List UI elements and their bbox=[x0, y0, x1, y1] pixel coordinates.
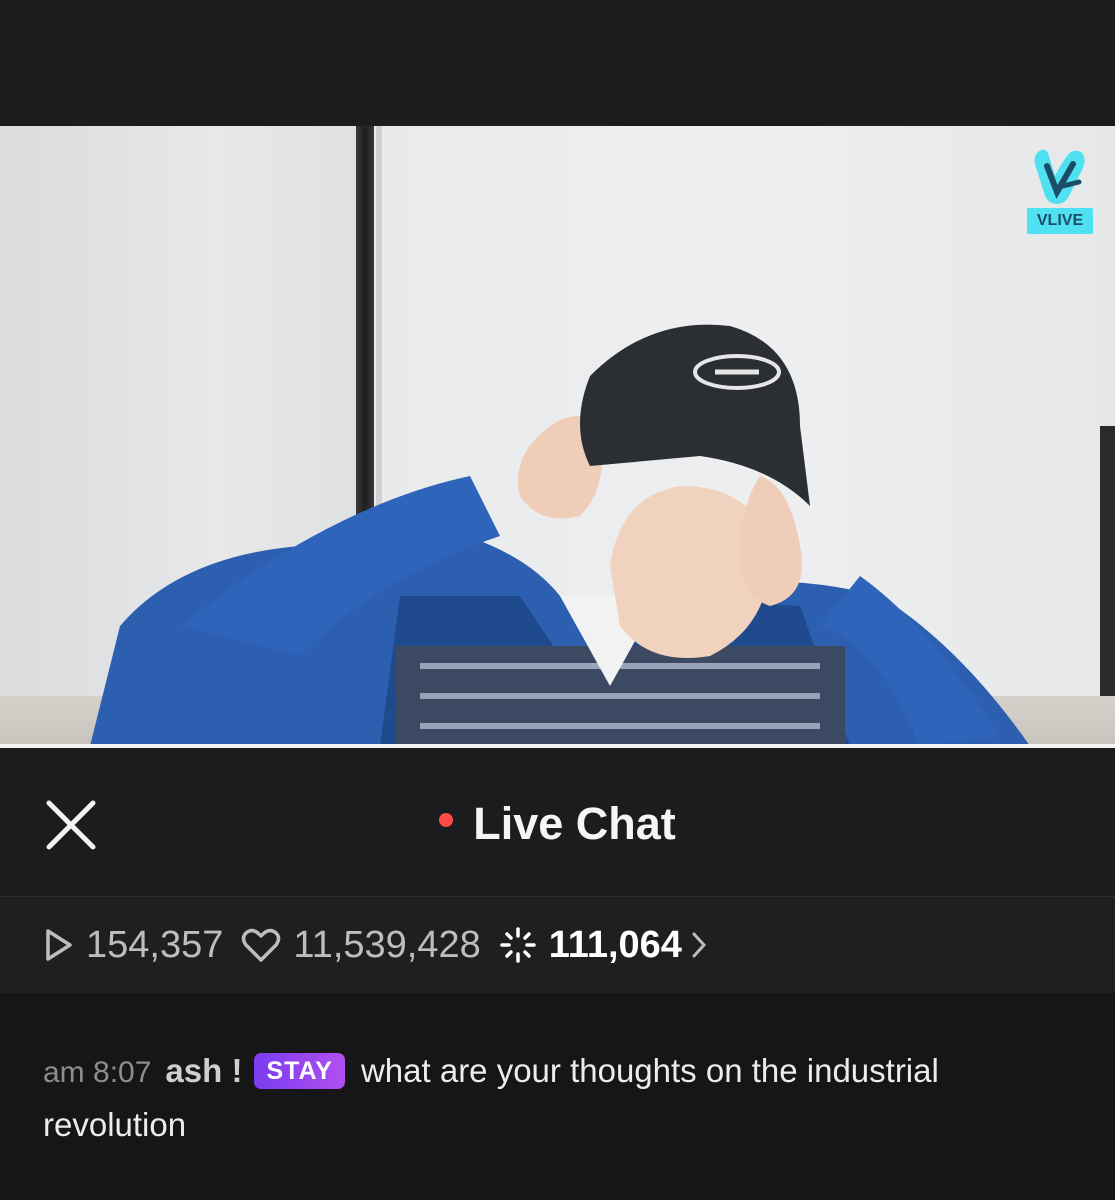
sparkle-icon bbox=[500, 927, 536, 963]
video-player[interactable]: VLIVE bbox=[0, 126, 1115, 746]
chat-header: Live Chat bbox=[0, 748, 1115, 897]
heart-count-value: 11,539,428 bbox=[293, 923, 481, 966]
chat-message-partial bbox=[43, 1189, 1073, 1200]
status-bar-area bbox=[0, 0, 1115, 126]
chevron-right-icon bbox=[692, 932, 706, 958]
vlive-v-icon bbox=[1034, 149, 1085, 204]
fan-badge: STAY bbox=[254, 1053, 345, 1089]
vlive-logo: VLIVE bbox=[1025, 146, 1095, 236]
play-count-value: 154,357 bbox=[86, 923, 224, 966]
play-icon bbox=[46, 929, 72, 961]
message-username[interactable]: ash ! bbox=[165, 1052, 242, 1089]
vlive-label: VLIVE bbox=[1027, 208, 1093, 234]
play-count: 154,357 bbox=[44, 924, 223, 967]
chemi-count-link[interactable]: 111,064 bbox=[499, 924, 720, 967]
live-indicator-dot bbox=[439, 813, 454, 827]
live-chat-title: Live Chat bbox=[0, 798, 1115, 850]
heart-icon bbox=[242, 928, 281, 962]
chat-message-list[interactable]: am 8:07 ash ! STAY what are your thoughts o… bbox=[0, 993, 1115, 1200]
chemi-count-value: 111,064 bbox=[548, 923, 682, 966]
message-time: am 8:07 bbox=[43, 1056, 152, 1089]
stats-bar: 154,357 11,539,428 111,064 bbox=[0, 897, 1115, 993]
page-title: Live Chat bbox=[473, 798, 676, 849]
chat-message: am 8:07 ash ! STAY what are your thoughts o… bbox=[43, 1045, 1073, 1151]
heart-count: 11,539,428 bbox=[241, 923, 481, 967]
streamer-figure bbox=[90, 324, 1030, 746]
